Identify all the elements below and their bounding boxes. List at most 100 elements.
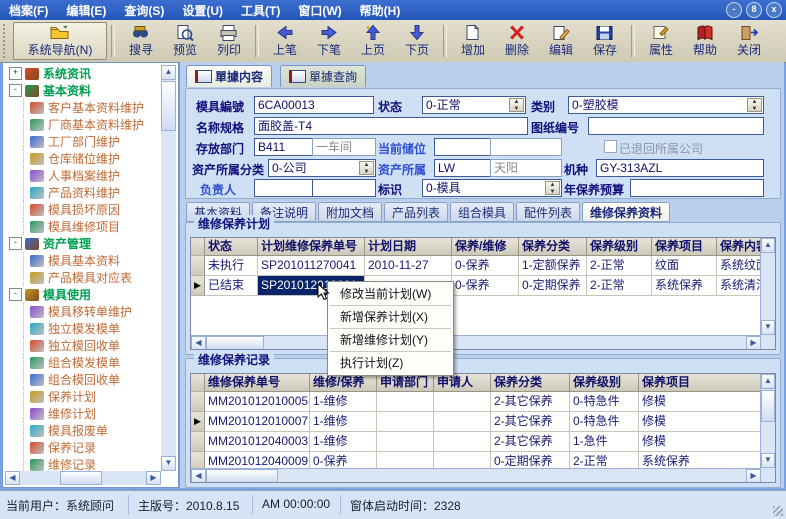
context-menu-item-3[interactable]: 执行计划(Z): [328, 353, 453, 373]
annual-budget-field[interactable]: [630, 179, 764, 197]
menu-item-1[interactable]: 编辑(E): [57, 0, 115, 21]
menu-item-3[interactable]: 设置(U): [173, 0, 232, 21]
column-header[interactable]: 保养分类: [491, 374, 570, 392]
sidebar-item[interactable]: 独立模发模单: [5, 320, 161, 337]
resize-grip[interactable]: [773, 506, 783, 516]
sidebar-group-1[interactable]: -基本资料: [5, 82, 161, 99]
sidebar-item[interactable]: 产品资料维护: [5, 184, 161, 201]
column-header[interactable]: 申请部门: [377, 374, 434, 392]
table-cell[interactable]: 未执行: [205, 256, 258, 276]
sidebar-item[interactable]: 保养计划: [5, 388, 161, 405]
status-combobox[interactable]: 0-正常▲▼: [422, 96, 526, 114]
sidebar-vertical-scrollbar[interactable]: ▲ ▼: [161, 65, 176, 471]
帮助-button[interactable]: 帮助: [683, 22, 727, 60]
close-button[interactable]: x: [766, 2, 782, 18]
column-header[interactable]: 保养级别: [587, 238, 652, 256]
store-dept-code-field[interactable]: B411: [254, 138, 318, 156]
sidebar-item[interactable]: 厂商基本资料维护: [5, 116, 161, 133]
table-cell[interactable]: 修模: [639, 392, 772, 412]
column-header[interactable]: 维修保养单号: [205, 374, 310, 392]
table-cell[interactable]: 0-保养: [452, 256, 519, 276]
context-menu-item-1[interactable]: 新增保养计划(X): [328, 307, 453, 327]
sidebar-item[interactable]: 产品模具对应表: [5, 269, 161, 286]
sidebar-item[interactable]: 模具报废单: [5, 422, 161, 439]
column-header[interactable]: 保养项目: [652, 238, 717, 256]
manager-name-field[interactable]: [312, 179, 376, 197]
detail-tab-3[interactable]: 产品列表: [384, 202, 448, 222]
menu-item-4[interactable]: 工具(T): [232, 0, 289, 21]
menu-item-2[interactable]: 查询(S): [115, 0, 173, 21]
table-cell[interactable]: 1-维修: [310, 412, 377, 432]
table-cell[interactable]: 1-定额保养: [519, 256, 587, 276]
detail-tab-6[interactable]: 维修保养资料: [582, 202, 670, 222]
table-cell[interactable]: 2-其它保养: [491, 432, 570, 452]
manager-code-field[interactable]: [254, 179, 318, 197]
column-header[interactable]: 保养/维修: [452, 238, 519, 256]
table-row[interactable]: ▶MM2010120100071-维修2-其它保养0-特急件修模1# 2#孔位拉: [191, 412, 775, 432]
table-cell[interactable]: 系统保养: [652, 276, 717, 296]
mold-no-field[interactable]: 6CA00013: [254, 96, 374, 114]
name-spec-field[interactable]: 面胶盖-T4: [254, 117, 528, 135]
列印-button[interactable]: 列印: [207, 22, 251, 60]
sidebar-item[interactable]: 模具基本资料: [5, 252, 161, 269]
spinner-icon[interactable]: ▲▼: [747, 98, 762, 112]
sidebar-item[interactable]: 保养记录: [5, 439, 161, 456]
table-cell[interactable]: [377, 392, 434, 412]
table-cell[interactable]: [434, 432, 491, 452]
关闭-button[interactable]: 关闭: [727, 22, 771, 60]
table-cell[interactable]: 1-维修: [310, 432, 377, 452]
column-header[interactable]: 保养分类: [519, 238, 587, 256]
sidebar-item[interactable]: 仓库储位维护: [5, 150, 161, 167]
sidebar-item[interactable]: 维修计划: [5, 405, 161, 422]
current-row-indicator[interactable]: ▶: [191, 276, 205, 296]
上页-button[interactable]: 上页: [351, 22, 395, 60]
returned-checkbox[interactable]: [604, 140, 617, 153]
restore-button[interactable]: 8: [746, 2, 762, 18]
table-cell[interactable]: 2-其它保养: [491, 392, 570, 412]
record-table-vertical-scrollbar[interactable]: ▲ ▼: [760, 374, 775, 482]
上笔-button[interactable]: 上笔: [263, 22, 307, 60]
detail-tab-4[interactable]: 组合模具: [450, 202, 514, 222]
sidebar-item[interactable]: 组合模发模单: [5, 354, 161, 371]
增加-button[interactable]: 增加: [451, 22, 495, 60]
column-header[interactable]: 维修/保养: [310, 374, 377, 392]
下笔-button[interactable]: 下笔: [307, 22, 351, 60]
sidebar-item[interactable]: 组合模回收单: [5, 371, 161, 388]
table-cell[interactable]: 0-定期保养: [519, 276, 587, 296]
tree-expander-icon[interactable]: -: [9, 288, 22, 301]
asset-class-combobox[interactable]: 0-公司▲▼: [268, 159, 376, 177]
table-cell[interactable]: [434, 392, 491, 412]
column-header[interactable]: 计划维修保养单号: [258, 238, 365, 256]
sidebar-item[interactable]: 工厂部门维护: [5, 133, 161, 150]
current-location-code-field[interactable]: [434, 138, 496, 156]
删除-button[interactable]: 删除: [495, 22, 539, 60]
table-cell[interactable]: 2-正常: [587, 256, 652, 276]
table-cell[interactable]: [434, 412, 491, 432]
table-cell[interactable]: 1-维修: [310, 392, 377, 412]
doc-tab-1[interactable]: 單據查詢: [280, 65, 366, 87]
table-cell[interactable]: 2-正常: [587, 276, 652, 296]
sidebar-horizontal-scrollbar[interactable]: ◀ ▶: [5, 471, 161, 485]
menu-item-5[interactable]: 窗口(W): [289, 0, 350, 21]
保存-button[interactable]: 保存: [583, 22, 627, 60]
编辑-button[interactable]: 编辑: [539, 22, 583, 60]
sidebar-item[interactable]: 模具损坏原因: [5, 201, 161, 218]
搜寻-button[interactable]: 搜寻: [119, 22, 163, 60]
table-cell[interactable]: 纹面: [652, 256, 717, 276]
sidebar-group-0[interactable]: +系统资讯: [5, 65, 161, 82]
table-cell[interactable]: MM201012010005: [205, 392, 310, 412]
下页-button[interactable]: 下页: [395, 22, 439, 60]
toolbar-grip-handle[interactable]: [3, 24, 10, 58]
table-cell[interactable]: 已结束: [205, 276, 258, 296]
tree-expander-icon[interactable]: -: [9, 84, 22, 97]
detail-tab-5[interactable]: 配件列表: [516, 202, 580, 222]
table-cell[interactable]: MM201012010007: [205, 412, 310, 432]
table-cell[interactable]: [377, 432, 434, 452]
spinner-icon[interactable]: ▲▼: [359, 161, 374, 175]
drawing-no-field[interactable]: [588, 117, 764, 135]
table-row[interactable]: MM2010120100051-维修2-其它保养0-特急件修模2#水口位气纹: [191, 392, 775, 412]
table-cell[interactable]: 0-特急件: [570, 412, 639, 432]
table-cell[interactable]: 0-特急件: [570, 392, 639, 412]
sidebar-item[interactable]: 人事档案维护: [5, 167, 161, 184]
system-nav-button[interactable]: 系统导航(N): [13, 22, 107, 60]
